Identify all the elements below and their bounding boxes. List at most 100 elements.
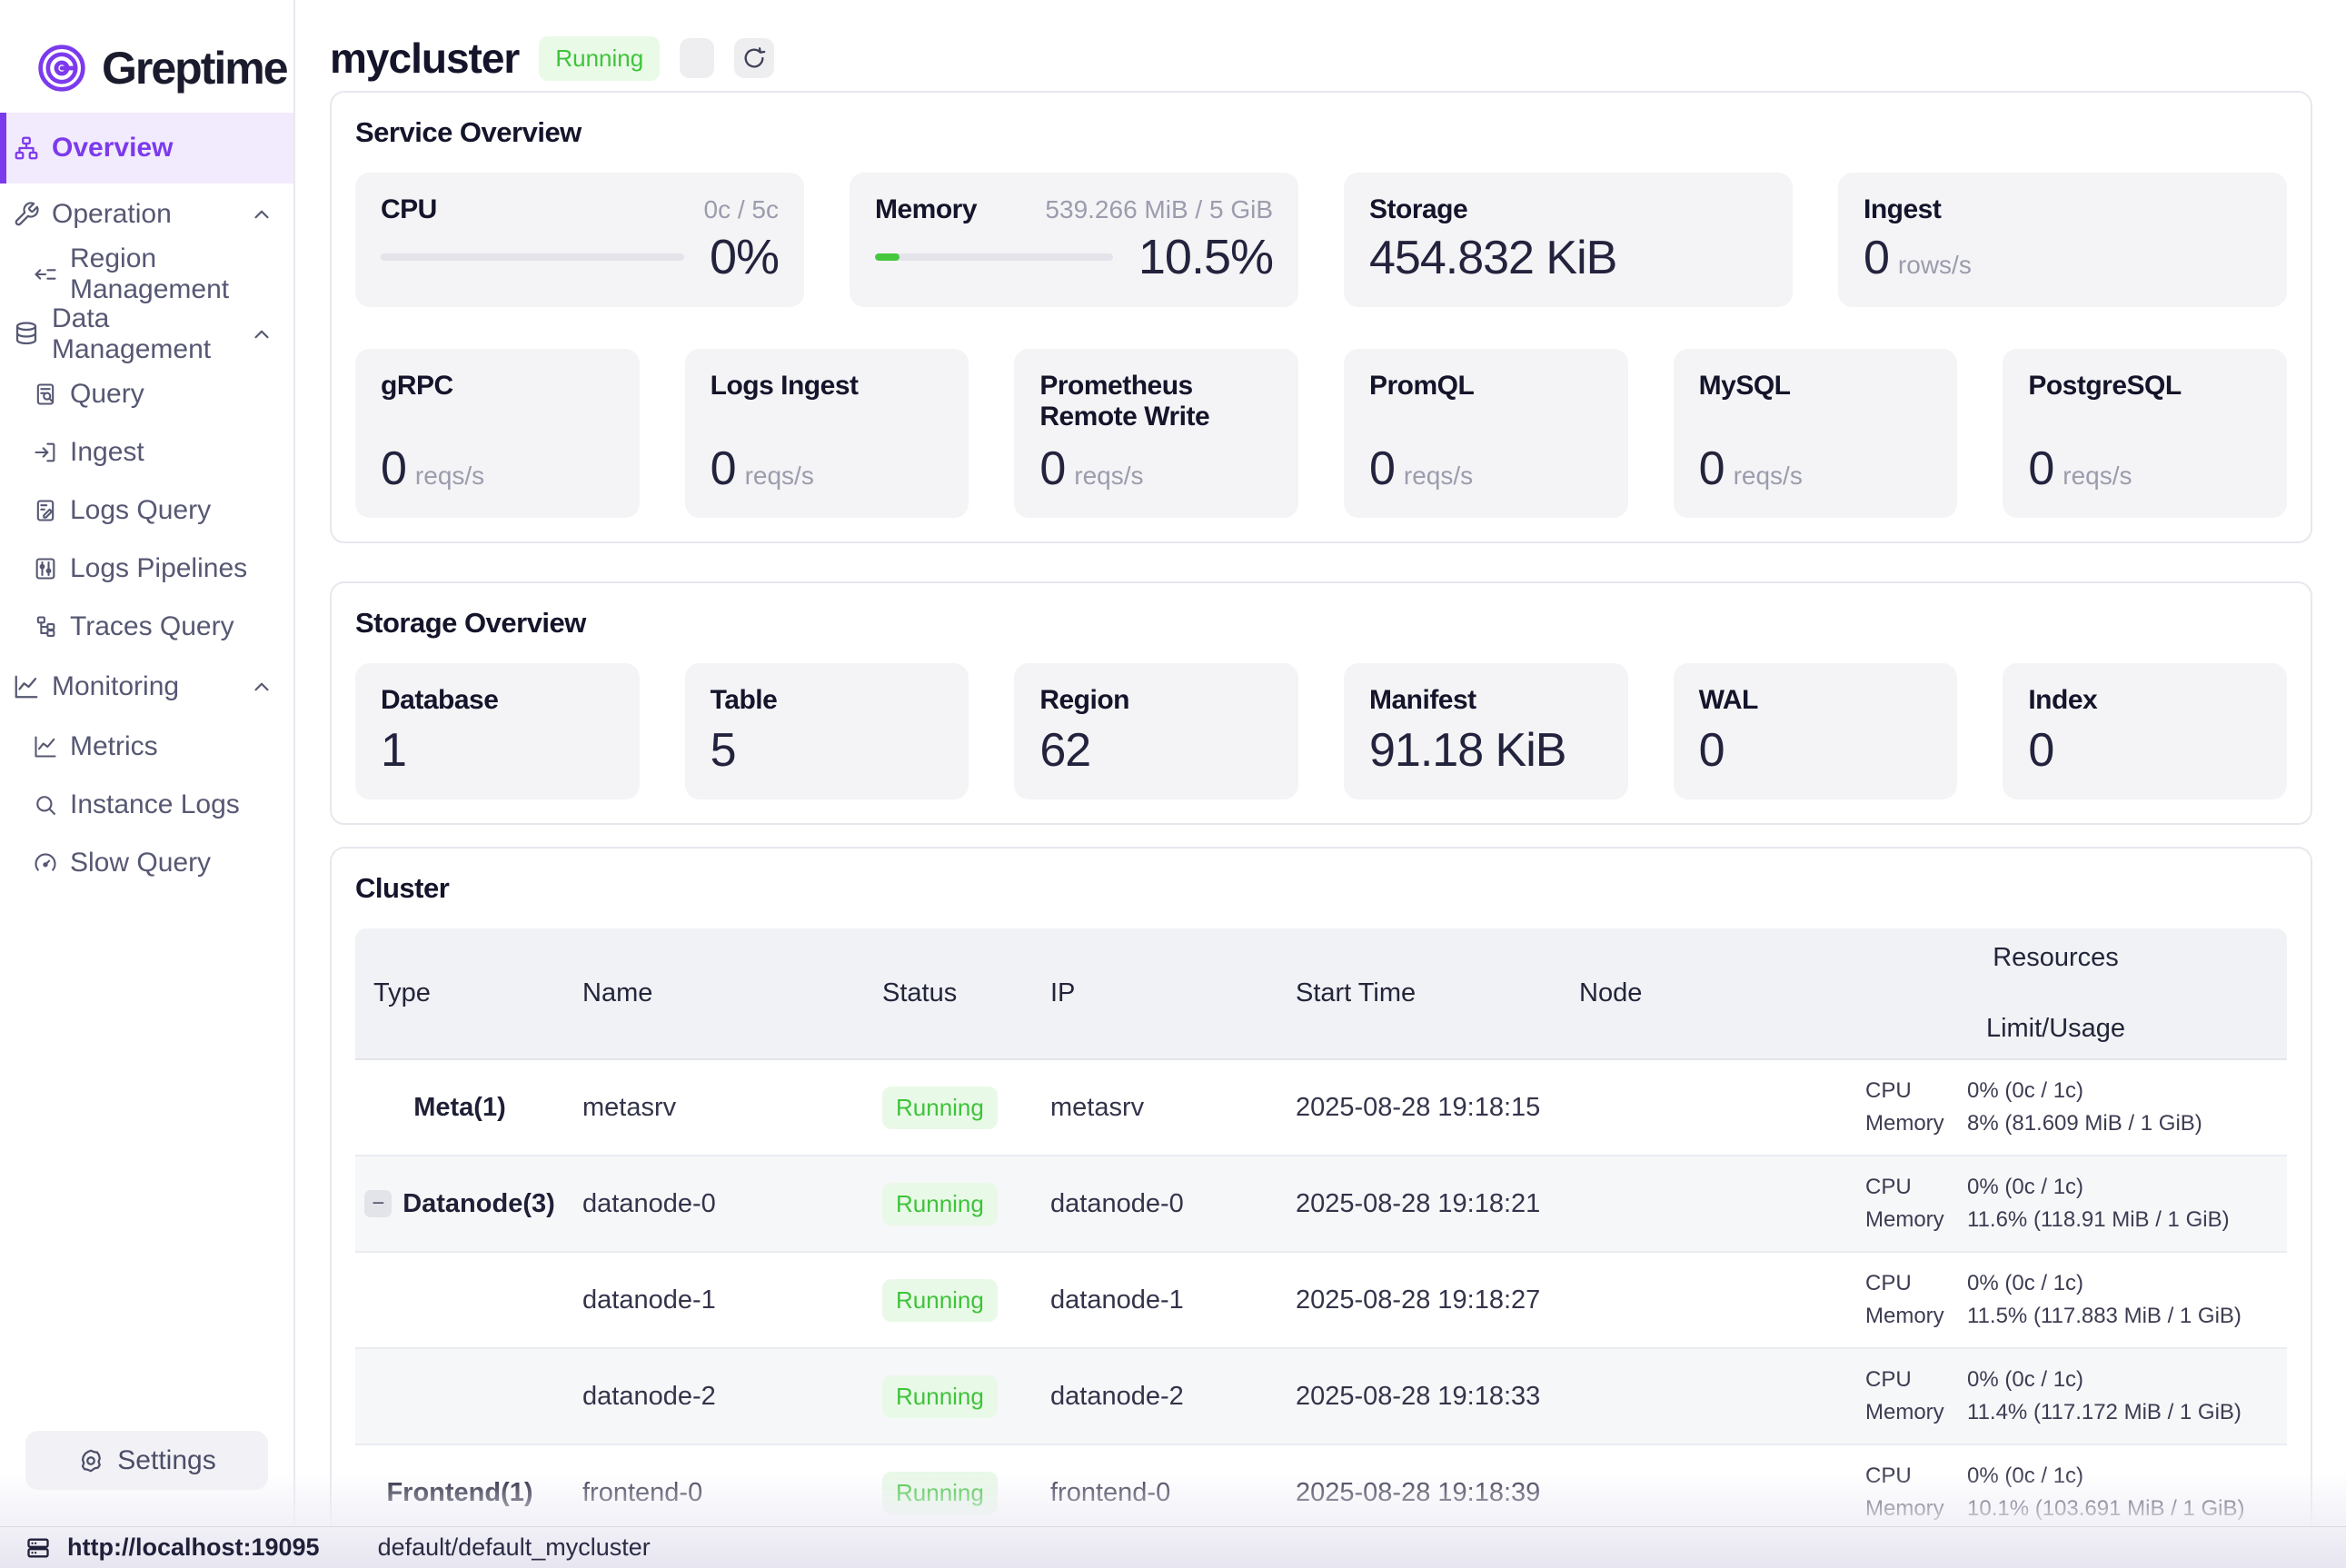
table-row-datanode-1: datanode-1 Running datanode-1 2025-08-28… <box>355 1253 2287 1349</box>
cpu-label: CPU <box>381 194 437 225</box>
sidebar-item-ingest[interactable]: Ingest <box>0 423 293 481</box>
col-resources: Resources Limit/Usage <box>1824 928 2287 1058</box>
storage-cards: Database 1 Table 5 Region 62 Manifest 91… <box>355 663 2287 799</box>
trace-tree-icon <box>33 614 58 640</box>
mysql-card: MySQL 0reqs/s <box>1674 349 1958 518</box>
sidebar-nav: Overview Operation Region Management <box>0 113 293 1431</box>
refresh-icon <box>741 45 767 71</box>
sidebar-item-label: Data Management <box>52 303 238 365</box>
logs-ingest-card: Logs Ingest 0reqs/s <box>685 349 969 518</box>
ingest-value: 0rows/s <box>1864 231 2262 285</box>
sidebar-item-slow-query[interactable]: Slow Query <box>0 834 293 892</box>
grpc-card: gRPC 0reqs/s <box>355 349 640 518</box>
sidebar-item-label: Monitoring <box>52 671 179 702</box>
memory-progress-bar <box>875 253 1113 261</box>
sidebar-item-label: Logs Query <box>70 495 211 526</box>
storage-overview-panel: Storage Overview Database 1 Table 5 Regi… <box>330 581 2312 825</box>
prometheus-remote-write-card: Prometheus Remote Write 0reqs/s <box>1014 349 1298 518</box>
sidebar-item-label: Slow Query <box>70 848 211 878</box>
cluster-title: mycluster <box>330 34 519 83</box>
cluster-action-button[interactable] <box>680 38 714 78</box>
sidebar-item-region-management[interactable]: Region Management <box>0 245 293 303</box>
col-type: Type <box>355 978 564 1008</box>
storage-overview-title: Storage Overview <box>355 607 2287 640</box>
server-url: http://localhost:19095 <box>67 1533 320 1562</box>
chevron-up-icon <box>250 323 273 346</box>
sidebar-item-query[interactable]: Query <box>0 365 293 423</box>
service-overview-panel: Service Overview CPU 0c / 5c 0% Memory <box>330 91 2312 543</box>
storage-label: Storage <box>1369 194 1767 225</box>
status-badge: Running <box>882 1279 998 1322</box>
sidebar-item-logs-pipelines[interactable]: Logs Pipelines <box>0 540 293 598</box>
col-ip: IP <box>1032 978 1277 1008</box>
table-row-meta: Meta(1) metasrv Running metasrv 2025-08-… <box>355 1060 2287 1156</box>
page-header: mycluster Running <box>295 0 2346 91</box>
cluster-section-title: Cluster <box>355 872 2287 905</box>
sidebar-item-label: Instance Logs <box>70 789 240 820</box>
col-node: Node <box>1561 978 1824 1008</box>
collapse-datanode-button[interactable]: − <box>364 1190 392 1217</box>
server-icon <box>25 1535 51 1561</box>
ingest-label: Ingest <box>1864 194 2262 225</box>
promql-card: PromQL 0reqs/s <box>1344 349 1628 518</box>
wal-card: WAL 0 <box>1674 663 1958 799</box>
refresh-button[interactable] <box>734 38 774 78</box>
sliders-icon <box>33 556 58 581</box>
sidebar-item-label: Metrics <box>70 731 158 762</box>
cpu-limit: 0c / 5c <box>704 195 779 224</box>
cluster-status-badge: Running <box>539 36 660 81</box>
ingest-card: Ingest 0rows/s <box>1838 173 2287 307</box>
sidebar-item-label: Ingest <box>70 437 144 468</box>
sidebar-item-metrics[interactable]: Metrics <box>0 718 293 776</box>
greptime-logo-icon <box>36 43 87 94</box>
wrench-icon <box>13 201 40 228</box>
settings-button[interactable]: Settings <box>25 1431 268 1490</box>
index-card: Index 0 <box>2003 663 2287 799</box>
sidebar-item-traces-query[interactable]: Traces Query <box>0 598 293 656</box>
memory-percent: 10.5% <box>1138 229 1273 285</box>
memory-label: Memory <box>875 194 977 225</box>
main-content: mycluster Running Service Overview CPU 0… <box>295 0 2346 1526</box>
status-badge: Running <box>882 1472 998 1514</box>
app-window: Greptime Overview Operation <box>0 0 2346 1526</box>
speedometer-icon <box>33 850 58 876</box>
region-card: Region 62 <box>1014 663 1298 799</box>
cpu-percent: 0% <box>710 229 779 285</box>
document-search-icon <box>33 382 58 407</box>
cpu-progress-bar <box>381 253 684 261</box>
metrics-chart-icon <box>33 734 58 759</box>
memory-limit: 539.266 MiB / 5 GiB <box>1045 195 1273 224</box>
sidebar-item-instance-logs[interactable]: Instance Logs <box>0 776 293 834</box>
sidebar-item-logs-query[interactable]: Logs Query <box>0 481 293 540</box>
sidebar-item-label: Overview <box>52 133 173 164</box>
cpu-card: CPU 0c / 5c 0% <box>355 173 804 307</box>
sidebar-group-data-management[interactable]: Data Management <box>0 303 293 365</box>
sitemap-icon <box>13 134 40 162</box>
chart-line-icon <box>13 673 40 700</box>
postgresql-card: PostgreSQL 0reqs/s <box>2003 349 2287 518</box>
table-card: Table 5 <box>685 663 969 799</box>
memory-card: Memory 539.266 MiB / 5 GiB 10.5% <box>850 173 1298 307</box>
cluster-panel: Cluster Type Name Status IP Start Time N… <box>330 847 2312 1526</box>
sidebar: Greptime Overview Operation <box>0 0 295 1526</box>
document-edit-icon <box>33 498 58 523</box>
storage-value: 454.832 KiB <box>1369 231 1767 285</box>
col-status: Status <box>864 978 1032 1008</box>
sidebar-group-operation[interactable]: Operation <box>0 184 293 245</box>
status-badge: Running <box>882 1375 998 1418</box>
sidebar-item-label: Traces Query <box>70 611 234 642</box>
col-start-time: Start Time <box>1277 978 1561 1008</box>
settings-label: Settings <box>117 1445 215 1476</box>
sidebar-group-monitoring[interactable]: Monitoring <box>0 656 293 718</box>
gear-icon <box>77 1447 104 1474</box>
table-row-datanode-2: datanode-2 Running datanode-2 2025-08-28… <box>355 1349 2287 1445</box>
brand-logo: Greptime <box>0 0 293 113</box>
brand-name: Greptime <box>102 42 287 94</box>
status-badge: Running <box>882 1087 998 1129</box>
service-overview-title: Service Overview <box>355 116 2287 149</box>
ingest-arrow-icon <box>33 440 58 465</box>
protocol-cards: gRPC 0reqs/s Logs Ingest 0reqs/s Prometh… <box>355 349 2287 518</box>
status-badge: Running <box>882 1183 998 1226</box>
cluster-table-header: Type Name Status IP Start Time Node Reso… <box>355 928 2287 1060</box>
sidebar-item-overview[interactable]: Overview <box>0 113 293 184</box>
